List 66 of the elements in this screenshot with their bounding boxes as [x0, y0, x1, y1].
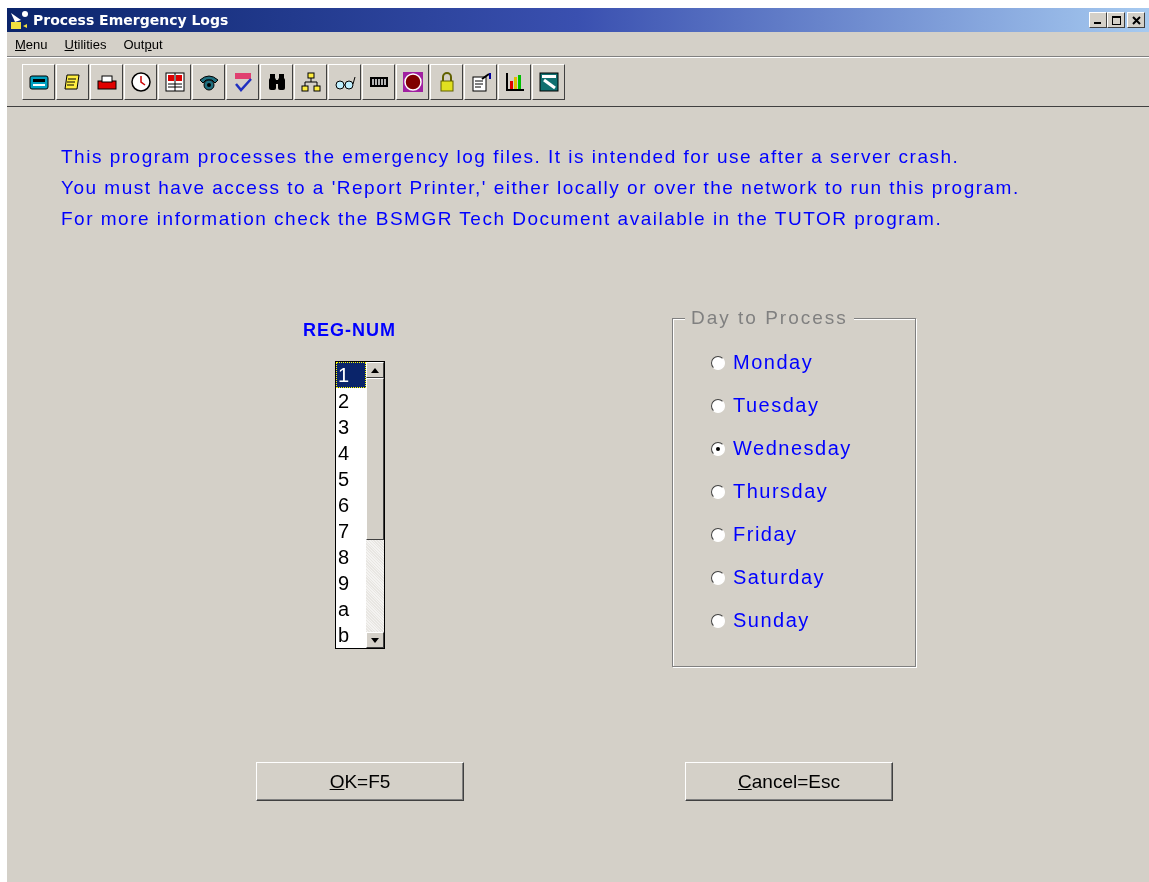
radio-label[interactable]: Wednesday [733, 437, 852, 460]
toolbar-button[interactable] [396, 64, 429, 100]
radio-button[interactable] [711, 570, 725, 585]
radio-label[interactable]: Saturday [733, 566, 826, 589]
radio-label[interactable]: Thursday [733, 480, 829, 503]
toolbar-button[interactable] [260, 64, 293, 100]
toolbar-button[interactable] [362, 64, 395, 100]
toolbar-button[interactable] [158, 64, 191, 100]
toolbar-button[interactable] [532, 64, 565, 100]
toolbar-button[interactable] [430, 64, 463, 100]
toolbar-button[interactable] [464, 64, 497, 100]
list-item[interactable]: 5 [336, 466, 366, 492]
radio-button[interactable] [711, 484, 725, 499]
menu-item[interactable]: Output [123, 36, 163, 52]
list-item[interactable]: 7 [336, 518, 366, 544]
minimize-button[interactable] [1089, 12, 1107, 28]
radio-label[interactable]: Sunday [733, 609, 810, 632]
toolbar-button[interactable] [56, 64, 89, 100]
calendar-icon [163, 71, 186, 93]
list-item[interactable]: 8 [336, 544, 366, 570]
menu-item[interactable]: Utilities [64, 36, 107, 52]
instruction-text: For more information check the BSMGR Tech Document available in the TUTOR program. [61, 207, 944, 230]
toolbar-button[interactable] [124, 64, 157, 100]
list-item[interactable]: 1 [336, 362, 366, 388]
bar-chart-icon [503, 71, 526, 93]
toolbar-button[interactable] [90, 64, 123, 100]
list-item[interactable]: a [336, 596, 366, 622]
reg-num-listbox[interactable]: 1 2 3 4 5 6 7 8 9 a b [335, 361, 385, 649]
radio-button[interactable] [711, 398, 725, 413]
radio-button[interactable] [711, 441, 725, 456]
window-title: Process Emergency Logs [33, 12, 229, 28]
toolbar-button[interactable] [328, 64, 361, 100]
toolbar-button[interactable] [226, 64, 259, 100]
radio-button[interactable] [711, 613, 725, 628]
close-button[interactable] [1127, 12, 1145, 28]
radio-label[interactable]: Friday [733, 523, 798, 546]
ok-button[interactable]: OK=F5 [256, 762, 464, 801]
maximize-icon [1111, 15, 1121, 25]
scrollbar[interactable] [366, 362, 384, 648]
down-arrow-icon[interactable] [371, 637, 379, 643]
toolbar-button[interactable] [294, 64, 327, 100]
menu-item[interactable]: Menu [15, 36, 48, 52]
list-item[interactable]: 2 [336, 388, 366, 414]
maximize-button[interactable] [1107, 12, 1125, 28]
radio-label[interactable]: Monday [733, 351, 814, 374]
radio-button[interactable] [711, 527, 725, 542]
radio-button[interactable] [711, 355, 725, 370]
reg-num-label: REG-NUM [303, 320, 396, 341]
list-item[interactable]: 9 [336, 570, 366, 596]
close-icon [1131, 15, 1141, 25]
list-item[interactable]: 6 [336, 492, 366, 518]
list-item[interactable]: 4 [336, 440, 366, 466]
document-icon [469, 71, 492, 93]
hierarchy-icon [299, 71, 322, 93]
stop-icon [401, 71, 424, 93]
up-arrow-icon[interactable] [371, 367, 379, 373]
clock-icon [129, 71, 152, 93]
toolbar-button[interactable] [22, 64, 55, 100]
toolbar-button[interactable] [192, 64, 225, 100]
cancel-button[interactable]: Cancel=Esc [685, 762, 893, 801]
instruction-text: This program processes the emergency log files. It is intended for use after a server crash. [61, 145, 961, 168]
list-item[interactable]: b [336, 622, 366, 648]
list-item[interactable]: 3 [336, 414, 366, 440]
radio-label[interactable]: Tuesday [733, 394, 820, 417]
toolbar-button[interactable] [498, 64, 531, 100]
instruction-text: You must have access to a 'Report Printer,' either locally or over the network to run this program. [61, 176, 1021, 199]
